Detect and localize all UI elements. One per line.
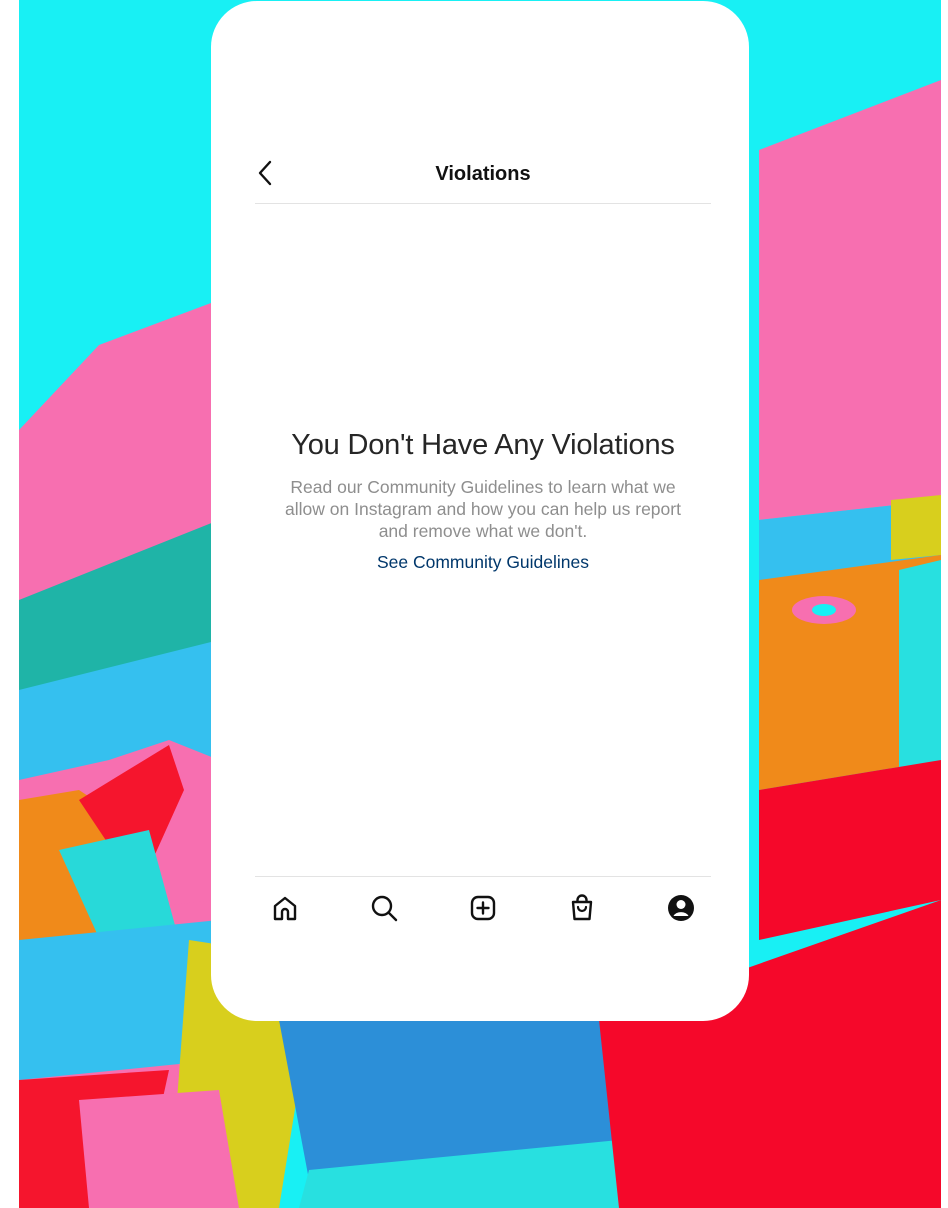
- empty-state: You Don't Have Any Violations Read our C…: [251, 429, 715, 573]
- page-title: Violations: [435, 163, 531, 185]
- tab-search[interactable]: [362, 889, 406, 933]
- tab-shop[interactable]: [560, 889, 604, 933]
- empty-state-description: Read our Community Guidelines to learn w…: [285, 477, 681, 541]
- tab-profile[interactable]: [659, 889, 703, 933]
- see-community-guidelines-link[interactable]: See Community Guidelines: [377, 552, 589, 573]
- empty-state-heading: You Don't Have Any Violations: [291, 429, 675, 461]
- create-icon: [468, 893, 498, 928]
- nav-bar: Violations: [255, 151, 711, 204]
- home-icon: [270, 893, 300, 928]
- search-icon: [369, 893, 399, 928]
- phone-screen: Violations You Don't Have Any Violations…: [211, 1, 749, 1021]
- profile-icon: [666, 893, 696, 928]
- shop-icon: [567, 893, 597, 928]
- tab-create[interactable]: [461, 889, 505, 933]
- tab-bar: [255, 876, 711, 940]
- tab-home[interactable]: [263, 889, 307, 933]
